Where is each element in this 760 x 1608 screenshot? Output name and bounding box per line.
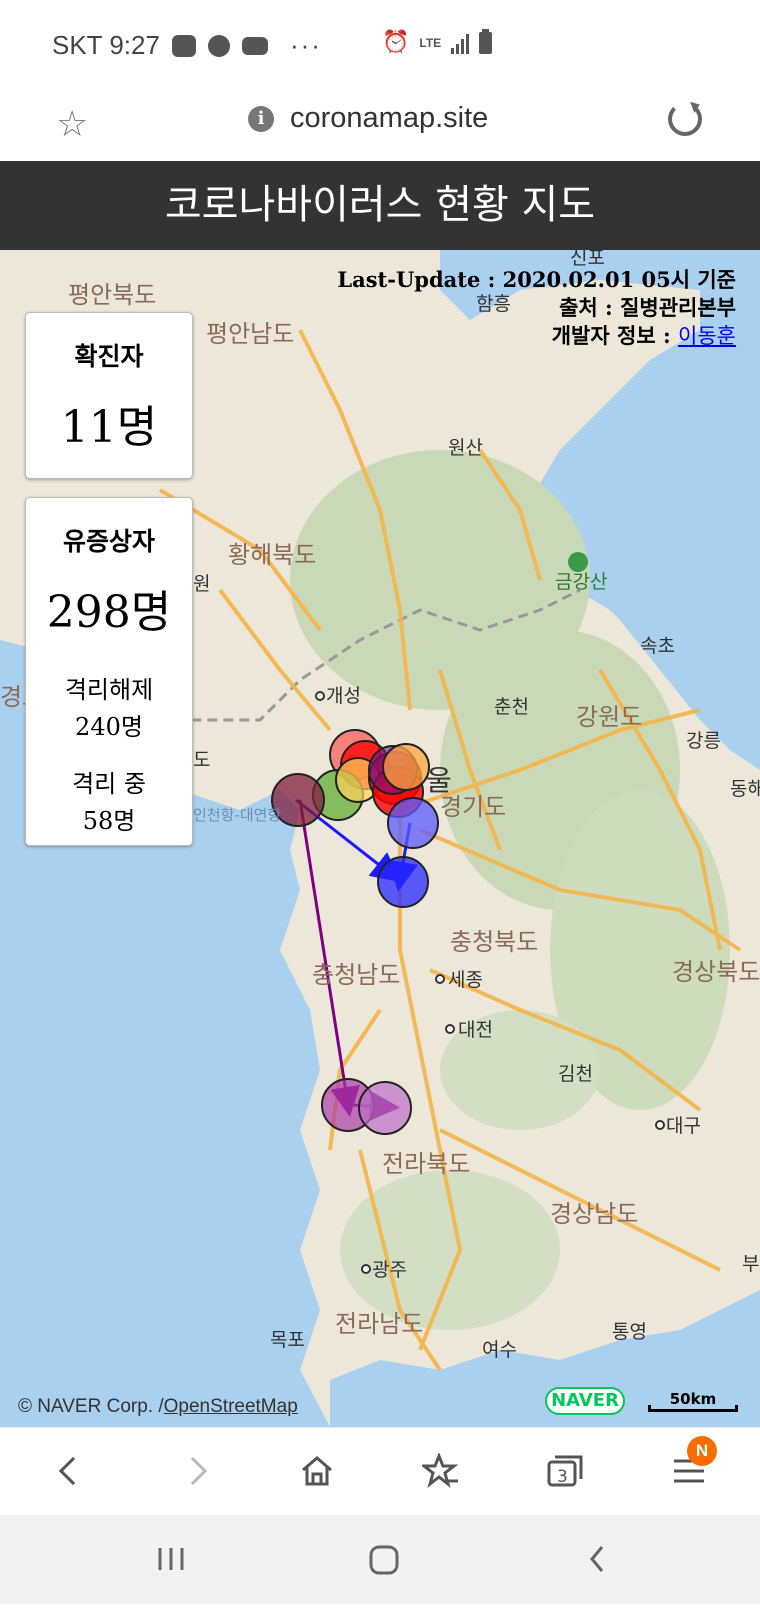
- label-gimcheon: 김천: [558, 1063, 593, 1085]
- forward-button[interactable]: [168, 1446, 218, 1496]
- mountain-icon: [568, 552, 588, 572]
- label-incheon: 인천항-대연항: [193, 806, 281, 824]
- home-icon: [302, 1456, 332, 1486]
- confirmed-label: 확진자: [74, 342, 144, 371]
- label-gangwon: 강원도: [576, 703, 642, 731]
- carrier-time: SKT 9:27: [52, 30, 160, 60]
- label-gyeongnam: 경상남도: [550, 1200, 638, 1228]
- recent-apps-icon[interactable]: [158, 1548, 184, 1570]
- source: 출처 : 질병관리본부: [559, 295, 736, 320]
- signal-icon: [451, 32, 470, 54]
- url-text[interactable]: coronamap.site: [290, 102, 488, 135]
- case-marker[interactable]: [382, 743, 430, 791]
- label-chungbuk: 충청북도: [450, 928, 538, 956]
- copyright-prefix: © NAVER Corp. /: [18, 1396, 164, 1417]
- label-pyeongbuk: 평안북도: [68, 281, 156, 309]
- openstreetmap-link[interactable]: OpenStreetMap: [164, 1396, 298, 1417]
- label-left-won: 원: [193, 573, 210, 595]
- status-right: ⏰ LTE: [382, 28, 493, 55]
- menu-badge: N: [687, 1436, 717, 1466]
- label-busan: 부: [742, 1253, 759, 1275]
- label-pyeongnam: 평안남도: [206, 320, 294, 348]
- bookmark-star-icon[interactable]: ☆: [56, 104, 88, 145]
- confirmed-box: 확진자 11명: [25, 312, 193, 479]
- label-gangneung: 강릉: [686, 730, 721, 752]
- label-seoul: 울: [426, 764, 452, 797]
- page-title: 코로나바이러스 현황 지도: [0, 161, 760, 250]
- back-button[interactable]: [48, 1446, 98, 1496]
- browser-toolbar: 3: [0, 1427, 760, 1515]
- back-system-icon[interactable]: [590, 1546, 604, 1572]
- released-value: 240명: [75, 713, 143, 741]
- last-update: Last-Update : 2020.02.01 05시 기준: [337, 267, 736, 292]
- facebook-icon: [207, 34, 230, 57]
- reload-icon[interactable]: [668, 102, 702, 136]
- url-bar: ☆ i coronamap.site: [0, 88, 760, 160]
- label-yeosu: 여수: [482, 1339, 517, 1361]
- map-scale: 50km: [648, 1390, 738, 1412]
- label-wonsan: 원산: [448, 437, 483, 459]
- case-marker[interactable]: [358, 1081, 412, 1135]
- confirmed-value: 11명: [60, 402, 158, 453]
- system-nav-icons: [158, 1545, 604, 1575]
- developer-label: 개발자 정보 :: [551, 323, 679, 348]
- case-marker[interactable]: [387, 797, 439, 849]
- label-sokcho: 속초: [640, 635, 675, 657]
- bookmarks-button[interactable]: [416, 1446, 466, 1496]
- label-chungnam: 충청남도: [312, 961, 400, 989]
- released-label: 격리해제: [64, 676, 154, 704]
- status-bar: SKT 9:27 ··· ⏰ LTE: [0, 0, 760, 88]
- tab-count: 3: [557, 1467, 568, 1487]
- label-gyeonggi: 경기도: [440, 793, 506, 821]
- label-gyeongbuk: 경상북도: [672, 958, 760, 986]
- label-chuncheon: 춘천: [494, 696, 529, 718]
- lte-label: LTE: [419, 35, 442, 50]
- label-mokpo: 목포: [270, 1329, 305, 1351]
- site-info-icon[interactable]: i: [248, 106, 274, 132]
- label-jeonnam: 전라남도: [335, 1310, 423, 1338]
- label-daejeon: 대전: [458, 1019, 493, 1041]
- developer-link[interactable]: 이동훈: [678, 324, 736, 348]
- label-hwanghae: 황해북도: [228, 541, 316, 569]
- status-left: SKT 9:27 ···: [52, 30, 322, 61]
- suspected-value: 298명: [46, 587, 172, 638]
- suspected-box: 유증상자 298명 격리해제 240명 격리 중 58명: [25, 497, 193, 846]
- developer-info: 개발자 정보 : 이동훈: [337, 322, 736, 350]
- naver-logo[interactable]: NAVER: [545, 1387, 625, 1415]
- label-sejong: 세종: [448, 969, 483, 991]
- youtube-icon: [241, 36, 268, 55]
- label-gaeseong: 개성: [326, 685, 361, 707]
- tabs-icon: 3: [547, 1455, 583, 1487]
- map-copyright: © NAVER Corp. /OpenStreetMap: [18, 1396, 298, 1418]
- scale-line: [648, 1405, 738, 1412]
- forward-icon: [178, 1456, 208, 1486]
- kakaotalk-icon: [171, 34, 196, 57]
- back-icon: [58, 1456, 88, 1486]
- home-button[interactable]: [292, 1446, 342, 1496]
- label-geumgang: 금강산: [555, 571, 607, 593]
- label-daegu: 대구: [666, 1115, 701, 1137]
- suspected-label: 유증상자: [62, 527, 155, 556]
- isolating-label: 격리 중: [72, 770, 146, 798]
- label-jeonbuk: 전라북도: [382, 1150, 470, 1178]
- more-notifications-icon: ···: [289, 30, 322, 60]
- bookmarks-icon: [422, 1453, 459, 1488]
- label-donghae: 동해: [730, 778, 760, 800]
- update-info: Last-Update : 2020.02.01 05시 기준 출처 : 질병관…: [337, 266, 736, 350]
- case-marker[interactable]: [377, 856, 429, 908]
- home-system-icon[interactable]: [369, 1545, 399, 1575]
- label-tongyeong: 통영: [612, 1321, 647, 1343]
- label-gwangju: 광주: [372, 1259, 407, 1281]
- label-left-do: 도: [193, 749, 210, 771]
- tabs-button[interactable]: 3: [540, 1446, 590, 1496]
- alarm-icon: ⏰: [382, 30, 410, 55]
- system-nav-bar: [0, 1515, 760, 1604]
- battery-icon: [479, 28, 493, 54]
- isolating-value: 58명: [82, 807, 136, 835]
